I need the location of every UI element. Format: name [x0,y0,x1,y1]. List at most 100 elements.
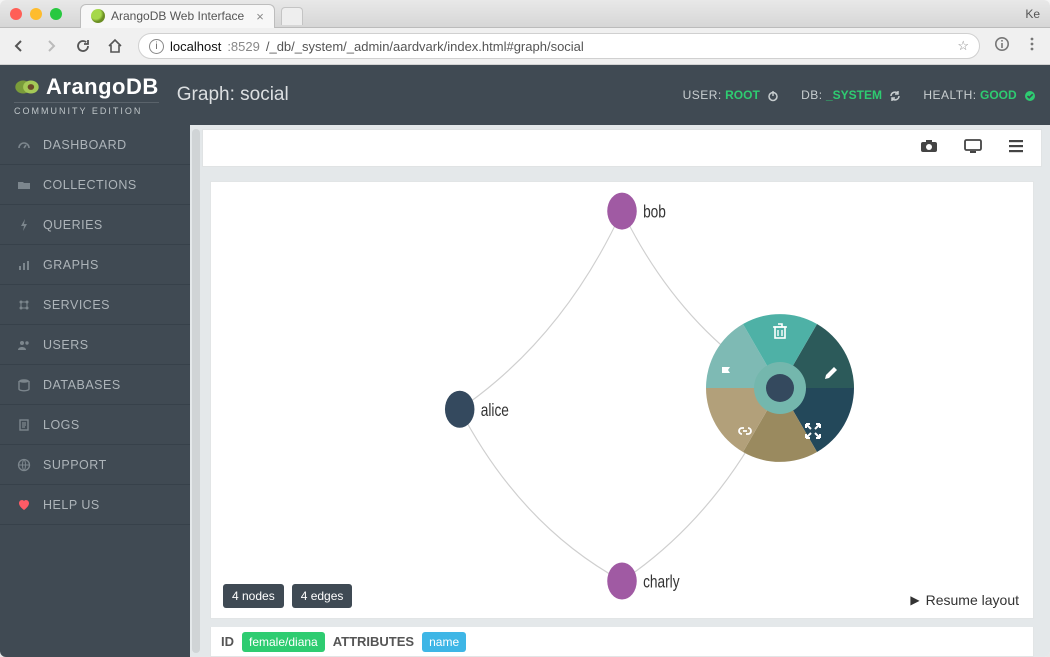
resume-layout-button[interactable]: ▶ Resume layout [910,592,1019,608]
topbar: ArangoDB COMMUNITY EDITION Graph: social… [0,65,1050,125]
graph-node-label: charly [643,573,680,592]
sidebar-item-graphs[interactable]: GRAPHS [0,245,190,285]
brand[interactable]: ArangoDB COMMUNITY EDITION [14,74,159,116]
maximize-window-button[interactable] [50,8,62,20]
status-health-value: GOOD [980,88,1017,102]
bolt-icon [16,218,31,232]
tab-title: ArangoDB Web Interface [111,9,244,23]
forward-button[interactable] [42,37,60,55]
app: ArangoDB COMMUNITY EDITION Graph: social… [0,65,1050,657]
heart-icon [16,498,31,512]
link-icon[interactable] [735,421,755,441]
scrollbar[interactable] [192,129,200,653]
brand-name: ArangoDB [46,74,159,100]
sidebar-item-helpus[interactable]: HELP US [0,485,190,525]
browser-tab[interactable]: ArangoDB Web Interface × [80,4,275,28]
node-context-menu [705,313,855,463]
pencil-icon[interactable] [821,363,841,383]
sidebar-item-dashboard[interactable]: DASHBOARD [0,125,190,165]
info-id-value: female/diana [242,632,325,652]
url-host: localhost [170,39,221,54]
status-db-label: DB: [801,88,823,102]
play-icon: ▶ [910,593,919,607]
sidebar-item-label: QUERIES [43,218,103,232]
hamburger-icon[interactable] [1007,137,1025,160]
status-user-value: ROOT [725,88,760,102]
url-field[interactable]: i localhost :8529 /_db/_system/_admin/aard… [138,33,980,59]
favicon-icon [91,9,105,23]
url-path: /_db/_system/_admin/aardvark/index.html#… [266,39,584,54]
graph-node-label: bob [643,203,666,222]
tabbar: ArangoDB Web Interface × [80,0,1017,28]
titlebar: ArangoDB Web Interface × Ke [0,0,1050,28]
flag-icon[interactable] [717,363,737,383]
bookmark-icon[interactable]: ☆ [957,38,969,54]
sidebar-item-label: GRAPHS [43,258,99,272]
profile-label[interactable]: Ke [1025,7,1040,21]
status-user-label: USER: [683,88,722,102]
address-bar: i localhost :8529 /_db/_system/_admin/aard… [0,28,1050,65]
sidebar-item-support[interactable]: SUPPORT [0,445,190,485]
chart-icon [16,258,31,272]
close-window-button[interactable] [10,8,22,20]
app-body: DASHBOARD COLLECTIONS QUERIES GRAPHS SER… [0,125,1050,657]
graph-node-label: alice [481,401,509,420]
status-user[interactable]: USER: ROOT [683,88,780,102]
minimize-window-button[interactable] [30,8,42,20]
trash-icon[interactable] [770,321,790,341]
close-tab-icon[interactable]: × [256,9,264,24]
sidebar-item-label: SUPPORT [43,458,107,472]
info-attr-label: ATTRIBUTES [333,634,414,649]
sidebar-item-collections[interactable]: COLLECTIONS [0,165,190,205]
status-db[interactable]: DB: _SYSTEM [801,88,901,102]
globe-icon [16,458,31,472]
site-info-icon[interactable]: i [149,39,164,54]
refresh-icon[interactable] [889,90,901,102]
graph-toolbar [202,129,1042,167]
sidebar-item-label: DASHBOARD [43,138,127,152]
resume-layout-label: Resume layout [926,592,1019,608]
graph-canvas[interactable]: bobalicecharlyd [210,181,1034,619]
sidebar: DASHBOARD COLLECTIONS QUERIES GRAPHS SER… [0,125,190,657]
graph-node-alice[interactable] [445,391,475,428]
graph-node-charly[interactable] [607,563,637,600]
info-attr-value: name [422,632,466,652]
status-bar: USER: ROOT DB: _SYSTEM HEALTH: GOOD [683,88,1036,102]
check-circle-icon [1024,90,1036,102]
back-button[interactable] [10,37,28,55]
power-icon[interactable] [767,90,779,102]
sidebar-item-databases[interactable]: DATABASES [0,365,190,405]
edges-badge: 4 edges [292,584,353,608]
page-info-icon[interactable] [994,36,1010,57]
sidebar-item-logs[interactable]: LOGS [0,405,190,445]
users-icon [16,338,31,352]
sidebar-item-label: HELP US [43,498,100,512]
graph-edge[interactable] [460,409,622,581]
logs-icon [16,418,31,432]
expand-icon[interactable] [803,421,823,441]
monitor-icon[interactable] [963,136,983,161]
folder-icon [16,178,31,192]
services-icon [16,298,31,312]
status-db-value: _SYSTEM [826,88,882,102]
window-controls [10,8,62,20]
sidebar-item-services[interactable]: SERVICES [0,285,190,325]
brand-edition: COMMUNITY EDITION [14,102,159,116]
menu-icon[interactable] [1024,36,1040,57]
url-port: :8529 [227,39,260,54]
reload-button[interactable] [74,37,92,55]
sidebar-item-label: SERVICES [43,298,110,312]
status-health: HEALTH: GOOD [923,88,1036,102]
graph-stats: 4 nodes 4 edges [223,584,352,608]
sidebar-item-users[interactable]: USERS [0,325,190,365]
graph-edge[interactable] [460,211,622,409]
graph-node-bob[interactable] [607,193,637,230]
logo-icon [14,77,40,97]
camera-icon[interactable] [919,136,939,161]
new-tab-button[interactable] [281,7,303,25]
nodes-badge: 4 nodes [223,584,284,608]
sidebar-item-label: COLLECTIONS [43,178,137,192]
sidebar-item-queries[interactable]: QUERIES [0,205,190,245]
database-icon [16,378,31,392]
home-button[interactable] [106,37,124,55]
